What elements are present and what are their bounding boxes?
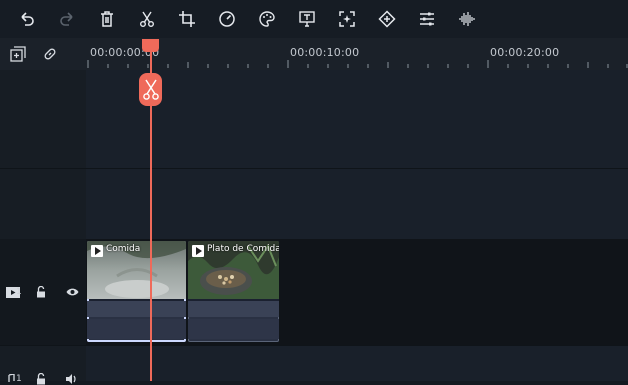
crop-icon[interactable] xyxy=(175,7,199,31)
toolbar xyxy=(0,0,628,38)
track-divider xyxy=(0,168,628,169)
redo-icon[interactable] xyxy=(55,7,79,31)
clip-audio-lane-2 xyxy=(188,319,279,339)
play-icon xyxy=(91,245,103,257)
add-track-icon[interactable] xyxy=(10,46,26,62)
keyframe-icon[interactable] xyxy=(375,7,399,31)
empty-track-1[interactable] xyxy=(86,70,628,168)
adjust-icon[interactable] xyxy=(415,7,439,31)
lock-open-icon[interactable] xyxy=(36,286,46,298)
audio-wave-icon[interactable] xyxy=(455,7,479,31)
link-icon[interactable] xyxy=(42,46,58,62)
clip-audio-lane xyxy=(87,301,186,317)
undo-icon[interactable] xyxy=(15,7,39,31)
scene-detect-icon[interactable] xyxy=(335,7,359,31)
play-icon xyxy=(192,245,204,257)
clip-audio-lane xyxy=(188,301,279,317)
video-track-number: 1 xyxy=(16,287,22,297)
clip-audio-lane-2 xyxy=(87,319,186,339)
speed-icon[interactable] xyxy=(215,7,239,31)
clip-comida[interactable]: Comida xyxy=(87,241,186,342)
clip-label: Comida xyxy=(106,244,141,254)
split-scissors-icon[interactable] xyxy=(139,73,162,106)
text-edit-icon[interactable] xyxy=(295,7,319,31)
speaker-icon[interactable] xyxy=(66,374,78,384)
audio-track-number: 1 xyxy=(16,374,22,384)
clip-label: Plato de Comida xyxy=(207,244,279,254)
color-icon[interactable] xyxy=(255,7,279,31)
lock-open-icon[interactable] xyxy=(36,373,46,385)
clip-plato-de-comida[interactable]: Plato de Comida xyxy=(188,241,279,342)
track-divider xyxy=(0,345,628,346)
audio-track-1[interactable] xyxy=(86,346,628,381)
ruler-ticks xyxy=(87,60,628,68)
eye-icon[interactable] xyxy=(66,287,79,297)
split-scissors-icon[interactable] xyxy=(135,7,159,31)
audio-track-icon xyxy=(6,374,16,384)
delete-icon[interactable] xyxy=(95,7,119,31)
playhead-handle[interactable] xyxy=(142,39,159,52)
empty-track-2[interactable] xyxy=(86,169,628,239)
